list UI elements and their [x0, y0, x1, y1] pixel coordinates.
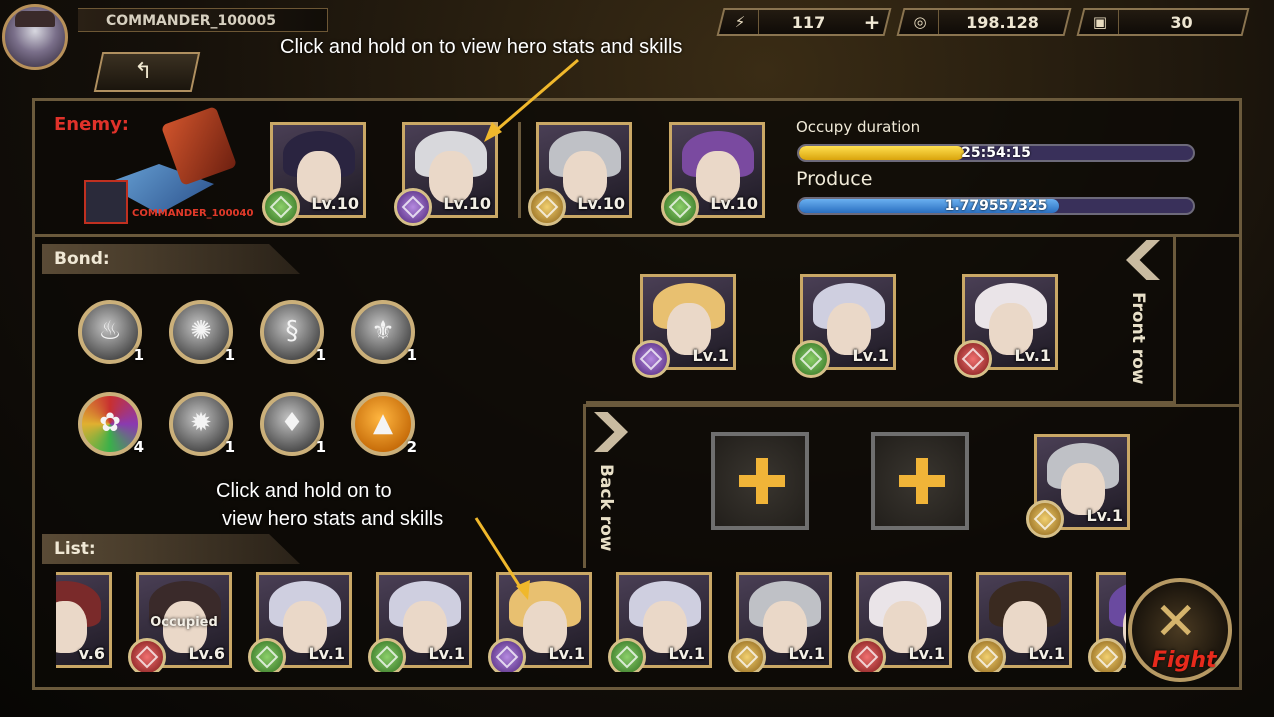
ticket-icon: ▣: [1082, 10, 1119, 34]
hero-level: Lv.10: [443, 194, 491, 213]
produce-bar: 1.779557325: [797, 197, 1195, 215]
green-faction-icon: [608, 638, 646, 672]
hero-level: Lv.1: [788, 644, 825, 663]
hero-level: Lv.1: [908, 644, 945, 663]
hero-level: Lv.1: [1028, 644, 1065, 663]
hero-level: Lv.10: [577, 194, 625, 213]
coin-icon: ◎: [902, 10, 939, 34]
vortex-icon: ✹: [190, 408, 212, 438]
commander-avatar[interactable]: [2, 4, 68, 70]
occupy-duration-value: 25:54:15: [961, 145, 1031, 161]
gold-faction-icon: [1026, 500, 1064, 538]
mask-icon: ⚜: [371, 316, 395, 346]
fire-icon: ♦: [280, 408, 304, 438]
lightning-icon: ⚡: [722, 10, 759, 34]
occupy-duration-label: Occupy duration: [796, 118, 921, 136]
hero-level: Lv.1: [1086, 506, 1123, 525]
purple-faction-icon: [632, 340, 670, 378]
red-faction-icon: [128, 638, 166, 672]
commander-name: COMMANDER_100005: [78, 8, 328, 32]
callout-bottom-line2: view hero stats and skills: [222, 508, 444, 530]
green-faction-icon: [262, 188, 300, 226]
bond-count: 1: [315, 438, 326, 456]
empty-slot-1[interactable]: [711, 432, 809, 530]
bond-mountain[interactable]: ▲ 2: [351, 392, 417, 456]
add-energy-button[interactable]: +: [858, 10, 886, 34]
bond-mask[interactable]: ⚜ 1: [351, 300, 417, 364]
purple-faction-icon: [488, 638, 526, 672]
purple-faction-icon: [394, 188, 432, 226]
all-elements-icon: ✿: [99, 408, 121, 438]
hero-portrait[interactable]: v.6: [56, 572, 112, 668]
green-faction-icon: [368, 638, 406, 672]
hero-list[interactable]: v.6 Occupied Lv.6 Lv.1 Lv.1 Lv.1 Lv.1 Lv.1 Lv.1 L…: [56, 568, 1126, 672]
enemy-flag-icon: [84, 180, 128, 224]
occupy-duration-bar: 25:54:15: [797, 144, 1195, 162]
green-faction-icon: [248, 638, 286, 672]
coins-value: 198.128: [966, 12, 1039, 32]
hero-level: Lv.1: [548, 644, 585, 663]
bond-count: 1: [224, 438, 235, 456]
bond-gear-rune[interactable]: ✺ 1: [169, 300, 235, 364]
crossed-swords-icon: ✕: [1154, 592, 1198, 652]
hero-level: Lv.1: [308, 644, 345, 663]
produce-label: Produce: [796, 168, 873, 190]
hero-level: Lv.10: [710, 194, 758, 213]
bond-count: 1: [406, 346, 417, 364]
hero-level: Lv.1: [428, 644, 465, 663]
bond-count: 2: [406, 438, 417, 456]
back-row-label: Back row: [596, 464, 616, 552]
occupied-label: Occupied: [150, 615, 218, 630]
enemy-commander-name: COMMANDER_100040: [132, 208, 254, 219]
callout-top-arrow: [484, 58, 579, 142]
front-row-label: Front row: [1128, 292, 1148, 385]
bond-count: 4: [133, 438, 144, 456]
plus-icon: [899, 458, 945, 504]
mountain-icon: ▲: [373, 408, 393, 438]
red-faction-icon: [848, 638, 886, 672]
flame-swirl-icon: ♨: [98, 316, 122, 346]
bond-count: 1: [224, 346, 235, 364]
bond-serpent[interactable]: § 1: [260, 300, 326, 364]
tickets-resource: ▣ 30: [1076, 8, 1250, 36]
bond-all-elements[interactable]: ✿ 4: [78, 392, 144, 456]
fight-label: Fight: [1152, 648, 1217, 673]
gold-faction-icon: [968, 638, 1006, 672]
fight-button[interactable]: ✕ Fight: [1128, 578, 1232, 682]
hero-level: Lv.10: [311, 194, 359, 213]
green-faction-icon: [661, 188, 699, 226]
bond-count: 1: [133, 346, 144, 364]
serpent-icon: §: [285, 316, 299, 346]
back-arrow-icon: ↰: [134, 59, 153, 84]
callout-bottom-arrow: [474, 517, 530, 600]
bond-fire[interactable]: ♦ 1: [260, 392, 326, 456]
energy-value: 117: [791, 12, 826, 32]
gear-rune-icon: ✺: [190, 316, 212, 346]
gold-faction-icon: [728, 638, 766, 672]
bond-count: 1: [315, 346, 326, 364]
gold-faction-icon: [1088, 638, 1126, 672]
plus-icon: [739, 458, 785, 504]
hero-level: Lv.6: [188, 644, 225, 663]
callout-bottom-line1: Click and hold on to: [216, 480, 392, 502]
hero-level: Lv.1: [668, 644, 705, 663]
hero-level: Lv.1: [692, 346, 729, 365]
back-button[interactable]: ↰: [93, 52, 201, 92]
list-label: List:: [42, 534, 300, 564]
tickets-value: 30: [1170, 12, 1193, 32]
empty-slot-2[interactable]: [871, 432, 969, 530]
produce-value: 1.779557325: [944, 198, 1048, 214]
coins-resource: ◎ 198.128: [896, 8, 1072, 36]
gold-faction-icon: [528, 188, 566, 226]
bond-flame-swirl[interactable]: ♨ 1: [78, 300, 144, 364]
red-faction-icon: [954, 340, 992, 378]
hero-level: Lv.1: [852, 346, 889, 365]
energy-resource: ⚡ 117 +: [716, 8, 892, 36]
green-faction-icon: [792, 340, 830, 378]
hero-level: v.6: [78, 644, 105, 663]
hero-level: Lv.1: [1014, 346, 1051, 365]
bond-vortex[interactable]: ✹ 1: [169, 392, 235, 456]
bond-label: Bond:: [42, 244, 300, 274]
